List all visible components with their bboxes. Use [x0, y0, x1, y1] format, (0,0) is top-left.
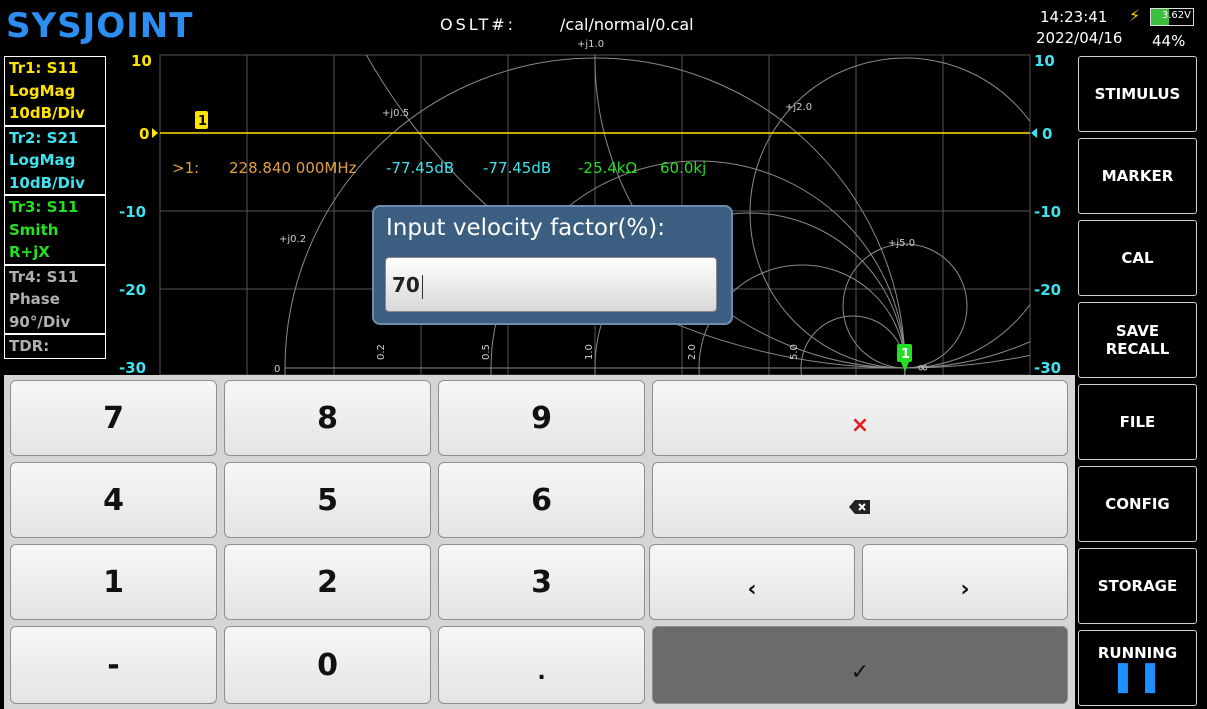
marker-id: >1:	[172, 159, 200, 177]
left-tick-10: 10	[131, 52, 152, 70]
key-7[interactable]: 7	[10, 380, 217, 456]
trace-1[interactable]: Tr1: S11 LogMag 10dB/Div	[4, 56, 106, 126]
trace-2-param: Tr2: S21	[9, 128, 79, 147]
file-label: FILE	[1119, 413, 1156, 431]
marker-s21-value: -77.45dB	[483, 159, 552, 177]
chevron-left-icon: ‹	[747, 576, 757, 602]
smith-r05-label: 0.5	[481, 344, 492, 360]
clear-icon: ×	[850, 412, 870, 438]
stimulus-label: STIMULUS	[1094, 85, 1181, 103]
stimulus-button[interactable]: STIMULUS	[1078, 56, 1197, 132]
backspace-button[interactable]	[652, 462, 1068, 538]
key-6[interactable]: 6	[438, 462, 645, 538]
input-value: 70	[392, 273, 420, 297]
trace-3-format: Smith	[9, 220, 59, 239]
trace-4-param: Tr4: S11	[9, 267, 79, 286]
decimal-label: .	[537, 659, 546, 685]
smith-r1-label: 1.0	[584, 344, 595, 360]
smith-r02-label: 0.2	[376, 344, 387, 360]
key-4[interactable]: 4	[10, 462, 217, 538]
trace-tdr[interactable]: TDR:	[4, 334, 106, 359]
marker-frequency: 228.840 000MHz	[229, 159, 357, 177]
velocity-factor-input[interactable]: 70	[385, 257, 717, 312]
cursor-right-button[interactable]: ›	[862, 544, 1068, 620]
marker-resistance: -25.4kΩ	[578, 159, 637, 177]
save-recall-button[interactable]: SAVE RECALL	[1078, 302, 1197, 378]
trace-1-param: Tr1: S11	[9, 59, 79, 77]
key-3[interactable]: 3	[438, 544, 645, 620]
marker-reactance: 60.0kj	[660, 159, 707, 177]
smith-r2-label: 2.0	[687, 344, 698, 360]
trace-3[interactable]: Tr3: S11 Smith R+jX	[4, 195, 106, 265]
smith-j5-label: +j5.0	[888, 238, 915, 249]
marker-label: MARKER	[1101, 167, 1174, 185]
trace-3-scale: R+jX	[9, 243, 50, 261]
key-2[interactable]: 2	[224, 544, 431, 620]
cal-button[interactable]: CAL	[1078, 220, 1197, 296]
save-label: SAVE	[1115, 322, 1160, 340]
pause-icon: ❚❚	[1110, 659, 1165, 694]
trace-1-format: LogMag	[9, 81, 76, 100]
config-label: CONFIG	[1105, 495, 1170, 513]
left-tick-minus10: -10	[119, 203, 147, 221]
key-decimal[interactable]: .	[438, 626, 645, 704]
clear-button[interactable]: ×	[652, 380, 1068, 456]
smith-j2-label: +j2.0	[785, 102, 812, 113]
smith-marker-label: 1	[901, 347, 910, 362]
trace-4[interactable]: Tr4: S11 Phase 90°/Div	[4, 264, 106, 334]
enter-button[interactable]: ✓	[652, 626, 1068, 704]
right-tick-minus10: -10	[1034, 203, 1062, 221]
key-0[interactable]: 0	[224, 626, 431, 704]
smith-inf-label: ∞	[917, 360, 929, 376]
smith-j1-label: +j1.0	[577, 39, 604, 50]
file-button[interactable]: FILE	[1078, 384, 1197, 460]
key-minus[interactable]: -	[10, 626, 217, 704]
smith-r5-label: 5.0	[789, 344, 800, 360]
trace-2-format: LogMag	[9, 151, 76, 169]
trace-1-scale: 10dB/Div	[9, 104, 85, 122]
smith-r0-label: 0	[274, 364, 280, 375]
config-button[interactable]: CONFIG	[1078, 466, 1197, 542]
marker-s11-value: -77.45dB	[386, 159, 455, 177]
smith-j02-label: +j0.2	[279, 234, 306, 245]
storage-label: STORAGE	[1097, 577, 1178, 595]
storage-button[interactable]: STORAGE	[1078, 548, 1197, 624]
key-5[interactable]: 5	[224, 462, 431, 538]
velocity-factor-dialog: Input velocity factor(%): 70	[372, 205, 733, 325]
right-tick-0: 0	[1042, 125, 1053, 143]
right-tick-minus20: -20	[1034, 281, 1062, 299]
trace-4-scale: 90°/Div	[9, 312, 71, 331]
left-tick-minus20: -20	[119, 281, 147, 299]
backspace-icon	[849, 500, 870, 514]
check-icon: ✓	[850, 659, 870, 685]
trace-4-format: Phase	[9, 290, 60, 308]
trace-panel: Tr1: S11 LogMag 10dB/Div Tr2: S21 LogMag…	[4, 56, 106, 374]
dialog-title: Input velocity factor(%):	[386, 215, 665, 241]
key-9[interactable]: 9	[438, 380, 645, 456]
cursor-left-button[interactable]: ‹	[649, 544, 855, 620]
key-1[interactable]: 1	[10, 544, 217, 620]
marker-1-label: 1	[198, 114, 207, 129]
trace-tdr-label: TDR:	[9, 337, 50, 355]
marker-button[interactable]: MARKER	[1078, 138, 1197, 214]
trace-3-param: Tr3: S11	[9, 198, 79, 216]
numeric-keypad: 7 8 9 × 4 5 6 1 2 3 ‹ › - 0 . ✓	[4, 375, 1075, 709]
trace-2-scale: 10dB/Div	[9, 173, 85, 192]
key-8[interactable]: 8	[224, 380, 431, 456]
trace-2[interactable]: Tr2: S21 LogMag 10dB/Div	[4, 125, 106, 195]
smith-j05-label: +j0.5	[382, 108, 409, 119]
cal-label: CAL	[1121, 249, 1154, 267]
text-caret	[421, 274, 423, 299]
recall-label: RECALL	[1105, 340, 1170, 358]
running-button[interactable]: RUNNING ❚❚	[1078, 630, 1197, 706]
left-tick-0: 0	[139, 125, 150, 143]
right-tick-10: 10	[1034, 52, 1055, 70]
chevron-right-icon: ›	[960, 576, 970, 602]
